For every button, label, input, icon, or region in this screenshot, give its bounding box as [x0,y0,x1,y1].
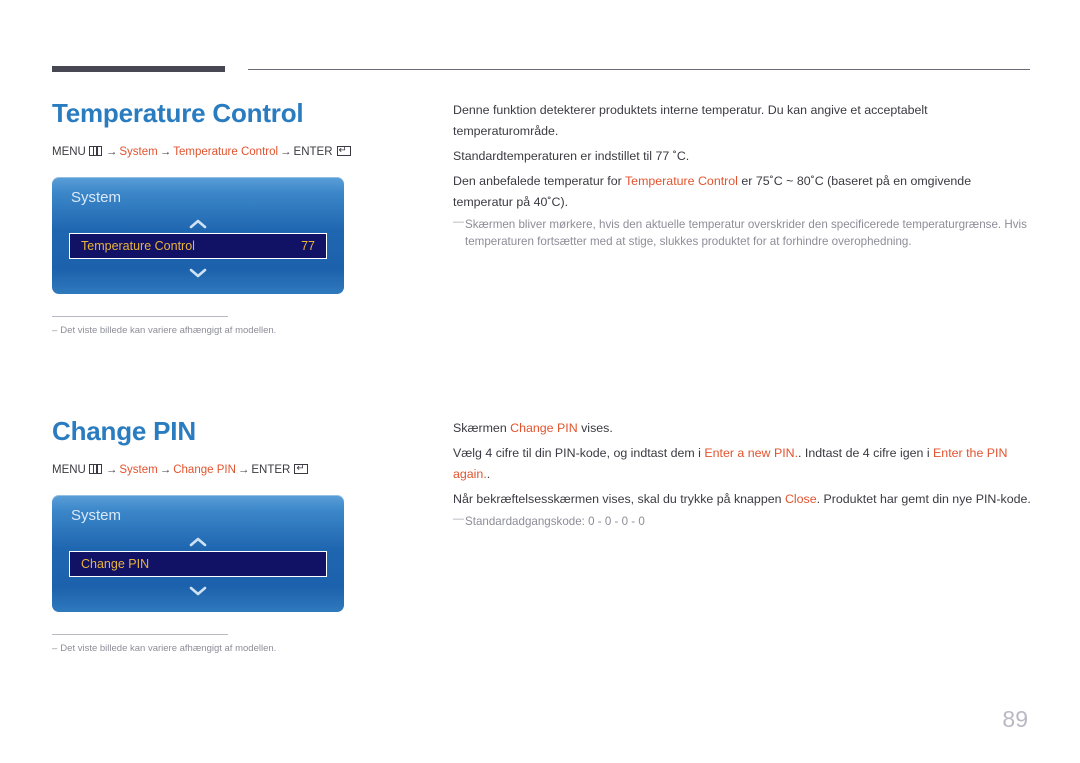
osd-menu-system-change-pin: System Change PIN [52,495,344,612]
inline-reference[interactable]: Close [785,492,817,506]
breadcrumb-step-temperature-control[interactable]: Temperature Control [173,146,278,158]
body-paragraph: Vælg 4 cifre til din PIN-kode, og indtas… [453,443,1031,485]
footnote: — Skærmen bliver mørkere, hvis den aktue… [453,216,1031,250]
note-divider [52,634,228,635]
body-text-run: Når bekræftelsesskærmen vises, skal du t… [453,492,785,506]
breadcrumb-arrow-2: → [159,146,172,158]
breadcrumb-arrow-3: → [237,464,250,476]
section-right-column: Denne funktion detekterer produktets int… [453,100,1031,250]
enter-return-icon: ↵ [336,146,351,156]
breadcrumb-menu-label: MENU [52,464,86,476]
header-rule-thin [248,69,1030,70]
breadcrumb-enter-label: ENTER [251,464,291,476]
osd-menu-system-temperature: System Temperature Control 77 [52,177,344,294]
chevron-down-icon[interactable] [52,585,344,598]
image-disclaimer-note: – Det viste billede kan variere afhængigt… [52,634,276,655]
breadcrumb-enter-label: ENTER [293,146,333,158]
image-disclaimer-note: – Det viste billede kan variere afhængigt… [52,316,276,337]
page-title-change-pin: Change PIN [52,416,196,446]
body-text-run: . Indtast de 4 cifre igen i [798,446,934,460]
body-text-run: vises. [577,421,613,435]
body-paragraph: Denne funktion detekterer produktets int… [453,100,1031,142]
breadcrumb-arrow-1: → [105,146,118,158]
inline-reference[interactable]: Change PIN [510,421,578,435]
breadcrumb-arrow-1: → [105,464,118,476]
footnote-dash: — [453,216,464,228]
body-paragraph: Når bekræftelsesskærmen vises, skal du t… [453,489,1031,510]
chevron-up-icon[interactable] [52,536,344,549]
footnote: — Standardadgangskode: 0 - 0 - 0 - 0 [453,513,1031,530]
section-right-column: Skærmen Change PIN vises. Vælg 4 cifre t… [453,418,1031,530]
enter-return-icon: ↵ [294,464,309,474]
body-text-run: Vælg 4 cifre til din PIN-kode, og indtas… [453,446,705,460]
osd-row-value: 77 [301,239,315,253]
breadcrumb-arrow-2: → [159,464,172,476]
body-paragraph: Den anbefalede temperatur for Temperatur… [453,171,1031,213]
body-paragraph: Standardtemperaturen er indstillet til 7… [453,146,1031,167]
osd-row-selected[interactable]: Temperature Control 77 [69,233,327,259]
osd-row-label: Change PIN [81,557,150,571]
note-dash: – [52,643,58,654]
footnote-dash: — [453,513,464,525]
inline-reference[interactable]: Temperature Control [625,174,738,188]
footnote-text: Skærmen bliver mørkere, hvis den aktuell… [465,218,1027,248]
note-dash: – [52,325,58,336]
osd-title: System [71,507,122,524]
body-text-run: . Produktet har gemt din nye PIN-kode. [816,492,1031,506]
inline-reference[interactable]: Enter a new PIN. [704,446,798,460]
breadcrumb-temperature-control: MENU → System → Temperature Control → ENTER ↵ [52,144,432,160]
chevron-up-icon[interactable] [52,218,344,231]
body-text-run: . [486,467,491,481]
note-text: – Det viste billede kan variere afhængigt… [52,324,276,337]
body-text-run: Denne funktion detekterer produktets int… [453,103,928,138]
breadcrumb-menu-label: MENU [52,146,86,158]
section-left-column: Temperature Control MENU → System → Temperat… [52,96,432,337]
menu-grid-icon [88,464,102,474]
note-body: Det viste billede kan variere afhængigt … [60,325,277,336]
section-left-column: Change PIN MENU → System → Change PIN → ENTER ↵… [52,414,432,655]
note-text: – Det viste billede kan variere afhængigt… [52,642,276,655]
osd-row-label: Temperature Control [81,239,195,253]
breadcrumb-change-pin: MENU → System → Change PIN → ENTER ↵ [52,462,432,478]
osd-title: System [71,189,122,206]
footnote-text: Standardadgangskode: 0 - 0 - 0 - 0 [465,515,645,528]
menu-grid-icon [88,146,102,156]
breadcrumb-step-system[interactable]: System [119,146,157,158]
page-number: 89 [1002,706,1028,732]
page-title-temperature-control: Temperature Control [52,98,304,128]
breadcrumb-step-change-pin[interactable]: Change PIN [173,464,236,476]
osd-row-selected[interactable]: Change PIN [69,551,327,577]
chevron-down-icon[interactable] [52,267,344,280]
breadcrumb-step-system[interactable]: System [119,464,157,476]
body-paragraph: Skærmen Change PIN vises. [453,418,1031,439]
breadcrumb-arrow-3: → [280,146,292,158]
body-text-run: Den anbefalede temperatur for [453,174,625,188]
header-rule [52,66,1030,74]
note-body: Det viste billede kan variere afhængigt … [60,643,277,654]
body-text-run: Skærmen [453,421,511,435]
note-divider [52,316,228,317]
body-text-run: Standardtemperaturen er indstillet til 7… [453,149,690,163]
header-rule-thick [52,66,225,72]
